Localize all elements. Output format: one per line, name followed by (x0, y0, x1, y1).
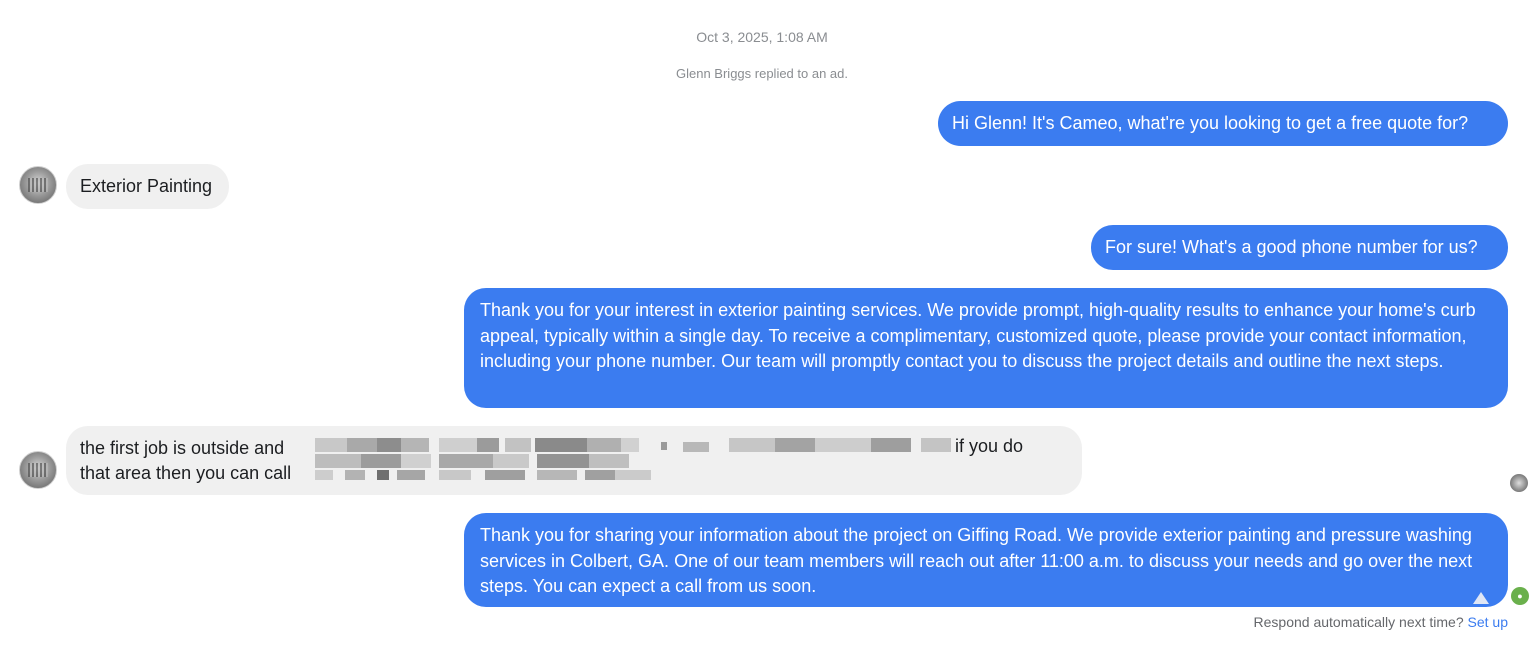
setup-link[interactable]: Set up (1468, 614, 1508, 630)
outgoing-message[interactable]: Thank you for your interest in exterior … (464, 288, 1508, 408)
message-text: For sure! What's a good phone number for… (1105, 237, 1478, 257)
auto-respond-footer: Respond automatically next time? Set up (1254, 614, 1508, 630)
outgoing-message[interactable]: For sure! What's a good phone number for… (1091, 225, 1508, 270)
automation-bot-icon: ● (1511, 587, 1529, 605)
delivery-indicator-icon (1473, 592, 1489, 604)
ad-reply-note: Glenn Briggs replied to an ad. (676, 66, 848, 81)
seen-avatar-icon (1510, 474, 1528, 492)
incoming-message[interactable]: Exterior Painting (66, 164, 229, 209)
outgoing-message[interactable]: Hi Glenn! It's Cameo, what're you lookin… (938, 101, 1508, 146)
redacted-content (315, 438, 951, 482)
message-text: Thank you for your interest in exterior … (480, 300, 1476, 371)
message-text-end: if you do (955, 436, 1024, 456)
message-text: Exterior Painting (80, 176, 213, 196)
thread-timestamp: Oct 3, 2025, 1:08 AM (696, 29, 828, 45)
message-thread: Oct 3, 2025, 1:08 AM Glenn Briggs replie… (0, 0, 1536, 672)
message-text: Thank you for sharing your information a… (480, 525, 1473, 596)
auto-respond-prompt: Respond automatically next time? (1253, 614, 1464, 630)
message-text: Hi Glenn! It's Cameo, what're you lookin… (952, 113, 1469, 133)
contact-avatar[interactable] (19, 451, 57, 489)
contact-avatar[interactable] (19, 166, 57, 204)
outgoing-message[interactable]: Thank you for sharing your information a… (464, 513, 1508, 607)
